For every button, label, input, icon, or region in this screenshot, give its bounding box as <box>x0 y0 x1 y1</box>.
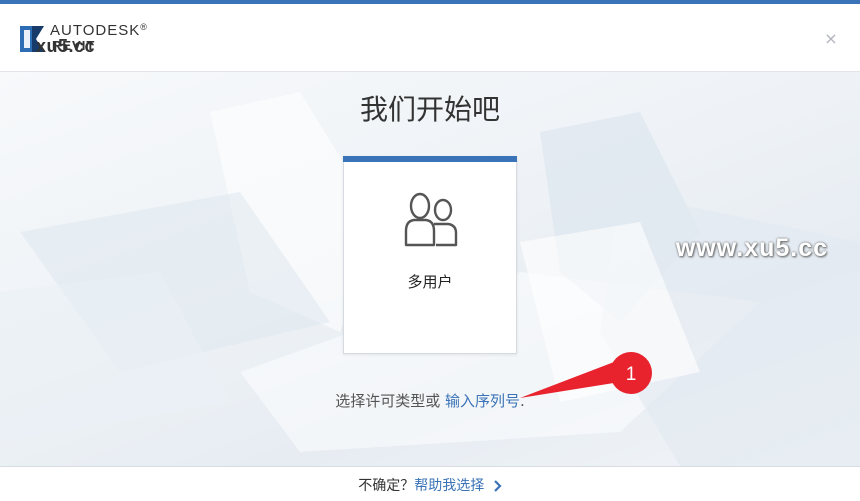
watermark-left: xu5.cc <box>36 36 96 56</box>
multi-user-icon <box>404 192 458 247</box>
enter-serial-link[interactable]: 输入序列号 <box>445 392 520 410</box>
main-panel: 我们开始吧 多用户 选择许可类型或 输入序列号. 1 www.xu5.cc <box>0 72 860 466</box>
autodesk-revit-logo: AUTODESK® REVIT xu5.cc <box>18 22 168 58</box>
card-accent-bar <box>343 156 517 162</box>
chevron-right-icon[interactable] <box>493 480 502 492</box>
license-text: 选择许可类型或 <box>335 392 441 410</box>
header: AUTODESK® REVIT xu5.cc × <box>0 4 860 72</box>
watermark-right: www.xu5.cc <box>675 234 828 262</box>
close-button[interactable]: × <box>824 29 838 48</box>
close-icon: × <box>824 29 838 48</box>
help-me-choose-link[interactable]: 帮助我选择 <box>414 478 484 494</box>
license-suffix: . <box>520 392 525 410</box>
footer-help: 不确定？帮助我选择 <box>0 475 860 495</box>
card-label: 多用户 <box>407 273 453 291</box>
license-prompt: 选择许可类型或 输入序列号. <box>0 390 860 411</box>
multi-user-card[interactable]: 多用户 <box>343 156 517 354</box>
footer: 不确定？帮助我选择 <box>0 466 860 501</box>
page-title: 我们开始吧 <box>359 93 500 126</box>
footer-question: 不确定？ <box>358 478 415 494</box>
